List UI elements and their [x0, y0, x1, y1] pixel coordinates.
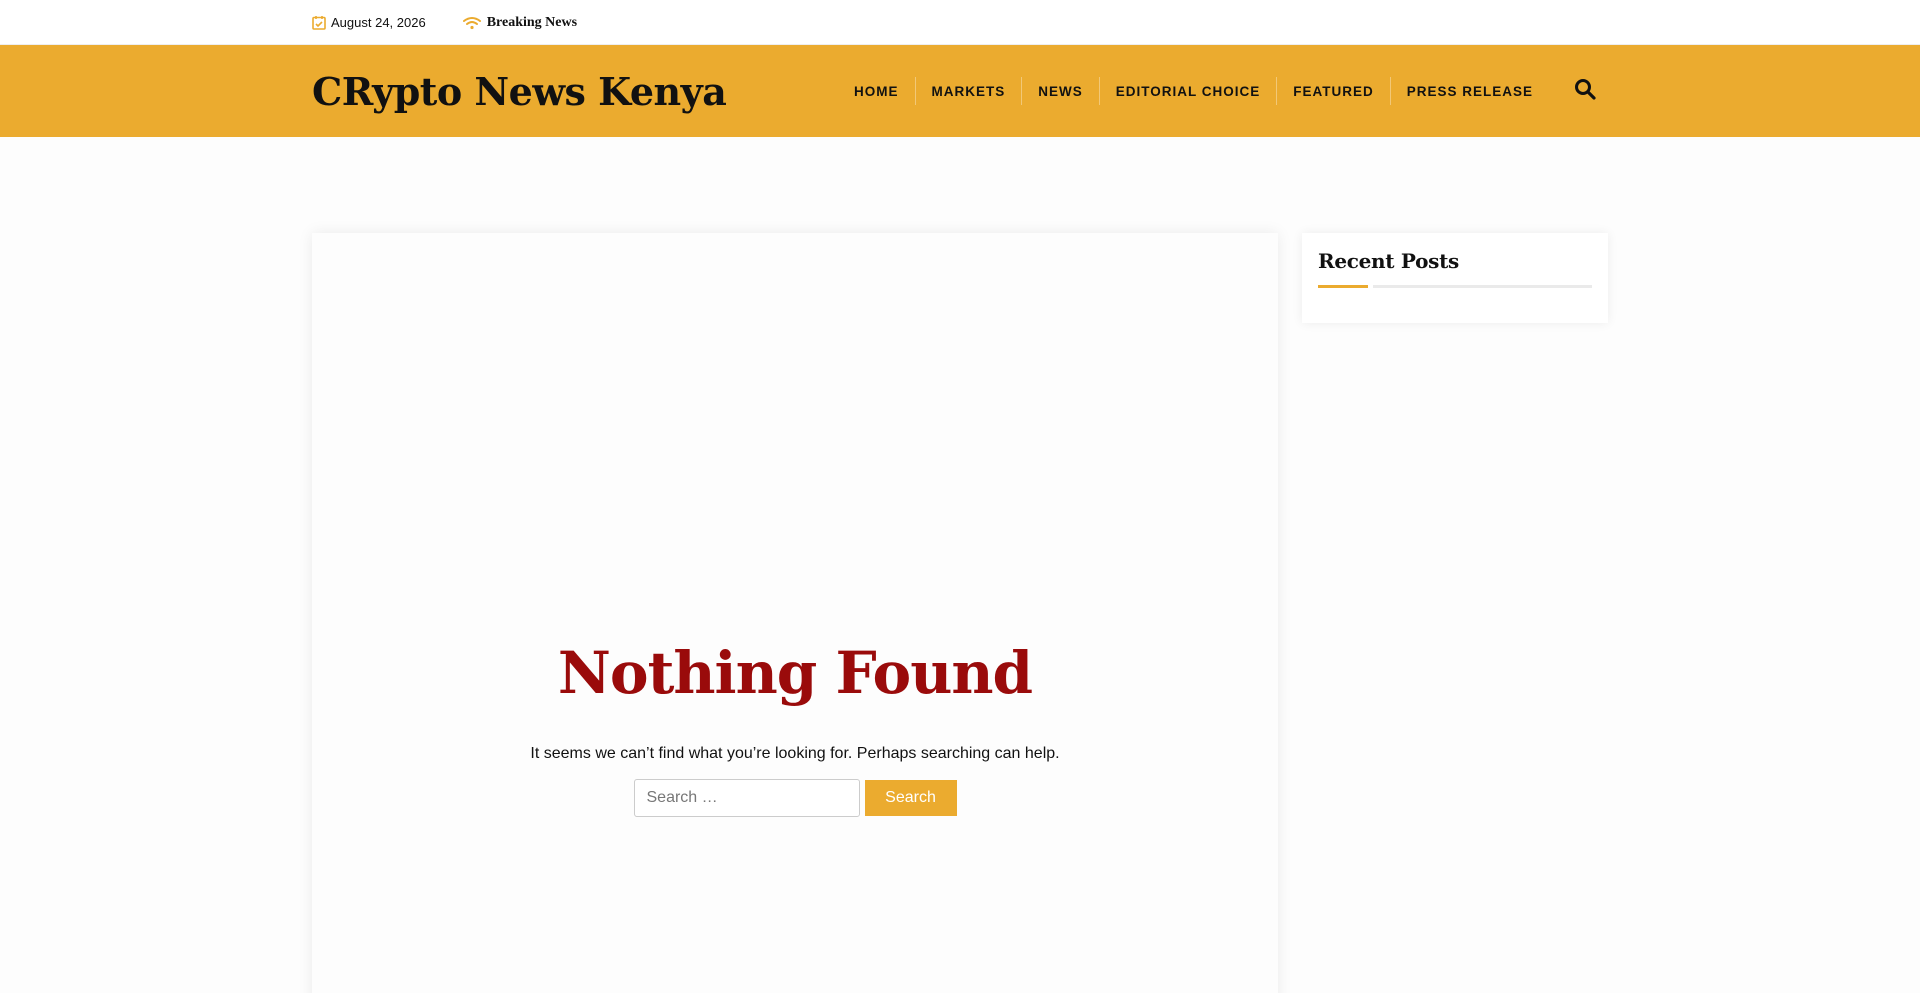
- search-button[interactable]: Search: [864, 780, 957, 816]
- search-form: Search: [312, 779, 1278, 817]
- widget-title: Recent Posts: [1318, 249, 1459, 273]
- search-icon: [1575, 79, 1596, 100]
- underline-accent: [1318, 285, 1368, 288]
- no-results-message: It seems we can’t find what you’re looki…: [530, 745, 1060, 762]
- search-input[interactable]: [633, 779, 860, 817]
- breaking-news[interactable]: Breaking News: [462, 14, 578, 31]
- calendar-icon: [312, 16, 326, 30]
- page-title: Nothing Found: [557, 639, 1033, 707]
- no-results-section: Nothing Found It seems we can’t find wha…: [312, 233, 1278, 993]
- top-bar: August 24, 2026 Breaking News: [0, 0, 1920, 45]
- nav-item-news[interactable]: NEWS: [1022, 77, 1100, 105]
- breaking-news-label: Breaking News: [486, 14, 578, 30]
- main-nav: HOME MARKETS NEWS EDITORIAL CHOICE FEATU…: [838, 45, 1549, 137]
- nav-item-editorial-choice[interactable]: EDITORIAL CHOICE: [1100, 77, 1278, 105]
- nav-item-featured[interactable]: FEATURED: [1277, 77, 1391, 105]
- widget-title-underline: [1318, 285, 1592, 288]
- header-search-button[interactable]: [1574, 78, 1598, 102]
- wifi-signal-icon: [462, 16, 481, 29]
- date-text: August 24, 2026: [331, 15, 426, 30]
- site-header: CRypto News Kenya HOME MARKETS NEWS EDIT…: [0, 45, 1920, 137]
- date-display: August 24, 2026: [312, 15, 426, 30]
- main-area: Nothing Found It seems we can’t find wha…: [312, 137, 1608, 993]
- underline-rest: [1373, 285, 1592, 288]
- nav-item-press-release[interactable]: PRESS RELEASE: [1391, 77, 1549, 105]
- recent-posts-widget: Recent Posts: [1302, 233, 1608, 323]
- nav-item-markets[interactable]: MARKETS: [916, 77, 1023, 105]
- site-title[interactable]: CRypto News Kenya: [312, 69, 727, 114]
- nav-item-home[interactable]: HOME: [838, 77, 916, 105]
